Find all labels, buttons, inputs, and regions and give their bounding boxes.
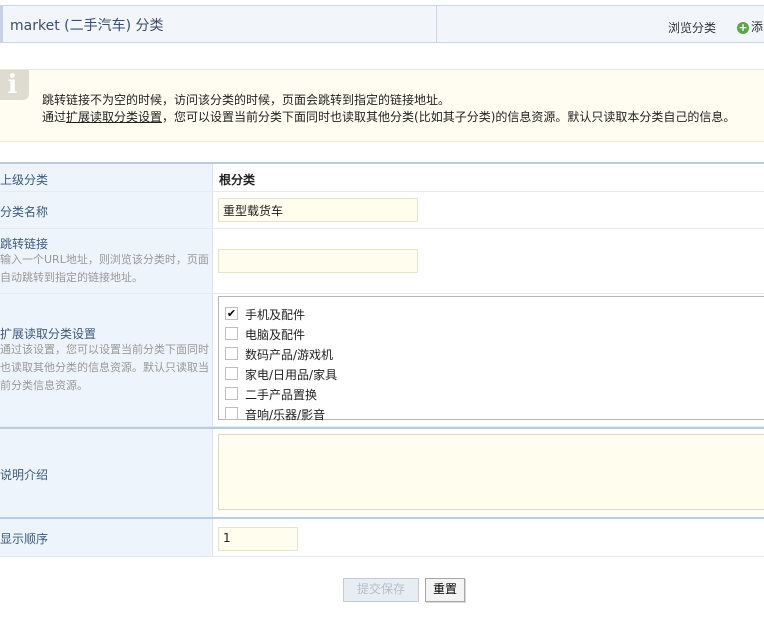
header-accent-bar bbox=[0, 6, 3, 42]
parent-category-value-cell: 根分类 bbox=[213, 164, 764, 191]
category-name-label: 分类名称 bbox=[0, 205, 49, 219]
row-extend-settings: 扩展读取分类设置 通过该设置，您可以设置当前分类下面同时也读取其他分类的信息资源… bbox=[0, 294, 764, 427]
category-name-value-cell: 重型载货车 bbox=[213, 192, 764, 228]
checklist-item-label: 音响/乐器/影音 bbox=[245, 408, 326, 422]
info-notice: i 跳转链接不为空的时候，访问该分类的时候，页面会跳转到指定的链接地址。 通过扩… bbox=[0, 69, 764, 142]
redirect-link-label-cell: 跳转链接 输入一个URL地址，则浏览该分类时，页面自动跳转到指定的链接地址。 bbox=[0, 229, 213, 293]
add-category-link[interactable]: + 添 bbox=[737, 18, 763, 35]
description-label: 说明介绍 bbox=[0, 468, 49, 482]
page-title: market (二手汽车) 分类 bbox=[10, 18, 164, 34]
checkbox[interactable] bbox=[225, 327, 238, 340]
extend-settings-help: 通过该设置，您可以设置当前分类下面同时也读取其他分类的信息资源。默认只读取当前分… bbox=[0, 343, 209, 392]
redirect-link-value-cell bbox=[213, 229, 764, 293]
description-label-cell: 说明介绍 bbox=[0, 429, 213, 517]
parent-category-value: 根分类 bbox=[219, 173, 256, 187]
checklist-item-label: 电脑及配件 bbox=[245, 328, 306, 342]
reset-button[interactable]: 重置 bbox=[425, 578, 465, 602]
row-description: 说明介绍 bbox=[0, 427, 764, 519]
checkbox[interactable] bbox=[225, 407, 238, 420]
extend-settings-value-cell: ✔ 手机及配件 电脑及配件 数码产品/游戏机 家电/日用品/家具 二手产品置换 音… bbox=[213, 294, 764, 426]
checkbox[interactable] bbox=[225, 367, 238, 380]
extend-settings-link[interactable]: 扩展读取分类设置 bbox=[66, 110, 162, 124]
description-value-cell bbox=[213, 429, 764, 517]
row-category-name: 分类名称 重型载货车 bbox=[0, 192, 764, 229]
row-display-order: 显示顺序 1 bbox=[0, 519, 764, 557]
category-checklist[interactable]: ✔ 手机及配件 电脑及配件 数码产品/游戏机 家电/日用品/家具 二手产品置换 音… bbox=[218, 296, 764, 422]
submit-button[interactable]: 提交保存 bbox=[343, 578, 419, 602]
header-divider bbox=[436, 6, 437, 42]
description-textarea[interactable] bbox=[218, 434, 764, 510]
checklist-item-label: 数码产品/游戏机 bbox=[245, 348, 334, 362]
category-name-label-cell: 分类名称 bbox=[0, 192, 213, 228]
add-category-label: 添 bbox=[751, 20, 764, 34]
extend-settings-label: 扩展读取分类设置 bbox=[0, 327, 97, 341]
page-header: market (二手汽车) 分类 浏览分类 + 添 bbox=[0, 5, 764, 43]
redirect-link-help: 输入一个URL地址，则浏览该分类时，页面自动跳转到指定的链接地址。 bbox=[0, 253, 209, 284]
notice-line-2-suffix: ，您可以设置当前分类下面同时也读取其他分类(比如其子分类)的信息资源。默认只读取… bbox=[162, 110, 736, 124]
notice-line-2-prefix: 通过 bbox=[42, 110, 67, 124]
checkbox[interactable] bbox=[225, 387, 238, 400]
add-icon: + bbox=[737, 20, 749, 34]
notice-line-2: 通过扩展读取分类设置，您可以设置当前分类下面同时也读取其他分类(比如其子分类)的… bbox=[42, 108, 735, 125]
parent-category-label: 上级分类 bbox=[0, 173, 49, 187]
info-icon: i bbox=[0, 70, 29, 100]
redirect-link-input[interactable] bbox=[218, 249, 418, 273]
display-order-input[interactable]: 1 bbox=[218, 527, 298, 551]
category-name-input[interactable]: 重型载货车 bbox=[218, 198, 418, 222]
display-order-label: 显示顺序 bbox=[0, 532, 49, 546]
notice-line-1: 跳转链接不为空的时候，访问该分类的时候，页面会跳转到指定的链接地址。 bbox=[42, 93, 451, 107]
checklist-item-label: 家电/日用品/家具 bbox=[245, 368, 338, 382]
row-redirect-link: 跳转链接 输入一个URL地址，则浏览该分类时，页面自动跳转到指定的链接地址。 bbox=[0, 229, 764, 294]
checklist-item-label: 手机及配件 bbox=[245, 308, 306, 322]
checklist-item-label: 二手产品置换 bbox=[245, 388, 318, 402]
extend-settings-label-cell: 扩展读取分类设置 通过该设置，您可以设置当前分类下面同时也读取其他分类的信息资源… bbox=[0, 294, 213, 426]
checkbox[interactable]: ✔ bbox=[225, 307, 238, 320]
checkbox[interactable] bbox=[225, 347, 238, 360]
browse-categories-link[interactable]: 浏览分类 bbox=[668, 19, 716, 36]
parent-category-label-cell: 上级分类 bbox=[0, 164, 213, 191]
redirect-link-label: 跳转链接 bbox=[0, 237, 49, 251]
display-order-label-cell: 显示顺序 bbox=[0, 519, 213, 556]
display-order-value-cell: 1 bbox=[213, 519, 764, 556]
row-parent-category: 上级分类 根分类 bbox=[0, 162, 764, 192]
